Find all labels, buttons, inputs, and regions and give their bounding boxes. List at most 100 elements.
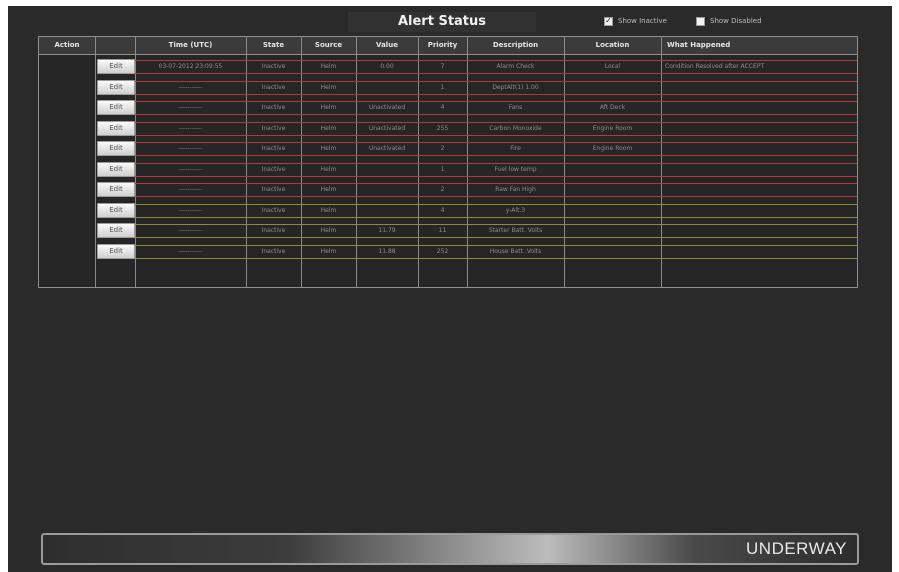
table-row: Edit ----------- Inactive Helm 4 y-Alt.3 — [39, 201, 857, 221]
cell-location: Local — [604, 63, 621, 70]
show-inactive-label: Show Inactive — [618, 17, 667, 25]
cell-location — [564, 160, 661, 180]
cell-what-happened — [661, 180, 857, 200]
show-inactive-toggle[interactable]: ✓ Show Inactive — [604, 14, 667, 28]
cell-value — [356, 180, 418, 200]
alert-status-screen: Alert Status ✓ Show Inactive Show Disabl… — [8, 6, 892, 572]
cell-time: ----------- — [178, 227, 203, 234]
cell-source: Helm — [320, 145, 337, 152]
cell-location: Engine Room — [592, 124, 633, 132]
column-header-action: Action — [54, 41, 80, 49]
cell-time: ----------- — [178, 124, 203, 132]
edit-button[interactable]: Edit — [97, 202, 135, 218]
cell-value: 11.79 — [378, 227, 396, 234]
cell-value: Unactivated — [368, 104, 406, 111]
cell-what-happened — [661, 201, 857, 221]
table-row: Edit ----------- Inactive Helm 1 Fuel low tem… — [39, 160, 857, 180]
table-row: Edit 03-07-2012 23:09:55 Inactive Helm 0.00 7… — [39, 57, 857, 77]
cell-what-happened: Condition Resolved after ACCEPT — [665, 63, 765, 70]
cell-state: Inactive — [261, 186, 286, 193]
edit-button[interactable]: Edit — [97, 120, 135, 136]
cell-time: ----------- — [178, 247, 203, 255]
cell-priority: 2 — [440, 186, 445, 193]
cell-time: ----------- — [178, 165, 203, 173]
cell-source: Helm — [320, 227, 337, 234]
cell-time: 03-07-2012 23:09:55 — [158, 63, 223, 70]
cell-description: Fans — [508, 104, 523, 111]
cell-value — [356, 160, 418, 180]
cell-location — [564, 242, 661, 262]
cell-what-happened — [661, 98, 857, 118]
cell-value: Unactivated — [368, 124, 406, 132]
cell-value: Unactivated — [368, 145, 406, 152]
cell-value: 0.00 — [380, 63, 394, 70]
edit-button[interactable]: Edit — [97, 79, 135, 95]
edit-button[interactable]: Edit — [97, 243, 135, 259]
cell-value — [356, 201, 418, 221]
show-disabled-toggle[interactable]: Show Disabled — [696, 14, 762, 28]
cell-source: Helm — [320, 206, 337, 214]
cell-source: Helm — [320, 124, 337, 132]
alerts-table: Action Time (UTC) State Source Value Pri… — [38, 36, 858, 288]
status-text: UNDERWAY — [746, 539, 847, 558]
edit-button[interactable]: Edit — [97, 182, 135, 197]
edit-button[interactable]: Edit — [97, 141, 135, 156]
cell-priority: 255 — [436, 124, 449, 132]
cell-what-happened — [661, 139, 857, 159]
column-header-blank — [95, 37, 135, 54]
cell-source: Helm — [320, 186, 337, 193]
cell-location — [564, 201, 661, 221]
table-row: Edit ----------- Inactive Helm 11.88 252 House… — [39, 242, 857, 262]
show-inactive-checkbox[interactable]: ✓ — [604, 16, 613, 26]
cell-time: ----------- — [178, 206, 203, 214]
cell-location: Engine Room — [592, 145, 633, 152]
cell-priority: 1 — [440, 165, 445, 173]
cell-location — [564, 78, 661, 98]
cell-source: Helm — [320, 63, 337, 70]
cell-description: Carbon Monoxide — [489, 124, 542, 132]
cell-priority: 2 — [440, 145, 445, 152]
column-header-time: Time (UTC) — [168, 41, 213, 49]
cell-location: Aft Deck — [599, 104, 626, 111]
cell-priority: 7 — [440, 63, 445, 70]
table-row: Edit ----------- Inactive Helm Unactivated 4 F… — [39, 98, 857, 118]
column-header-description: Description — [492, 41, 539, 49]
cell-time: ----------- — [178, 83, 203, 91]
cell-state: Inactive — [261, 63, 286, 70]
cell-state: Inactive — [261, 206, 286, 214]
cell-state: Inactive — [261, 247, 286, 255]
cell-priority: 4 — [440, 206, 445, 214]
cell-source: Helm — [320, 104, 337, 111]
column-header-state: State — [262, 41, 285, 49]
cell-description: y-Alt.3 — [505, 206, 526, 214]
table-header: Action Time (UTC) State Source Value Pri… — [39, 37, 857, 55]
column-header-location: Location — [595, 41, 630, 49]
cell-state: Inactive — [261, 145, 286, 152]
show-disabled-checkbox[interactable] — [696, 16, 705, 26]
cell-what-happened — [661, 242, 857, 262]
cell-what-happened — [661, 119, 857, 139]
edit-button[interactable]: Edit — [97, 59, 135, 74]
cell-description: Alarm Check — [496, 63, 535, 70]
cell-source: Helm — [320, 247, 337, 255]
column-header-source: Source — [314, 41, 343, 49]
edit-button[interactable]: Edit — [97, 100, 135, 115]
cell-priority: 4 — [440, 104, 445, 111]
cell-state: Inactive — [261, 227, 286, 234]
column-header-value: Value — [376, 41, 398, 49]
cell-priority: 252 — [436, 247, 449, 255]
column-header-what-happened: What Happened — [667, 41, 731, 49]
cell-state: Inactive — [261, 124, 286, 132]
cell-description: DeptAlt(1) 1.00 — [492, 83, 539, 91]
cell-time: ----------- — [178, 145, 203, 152]
show-disabled-label: Show Disabled — [710, 17, 762, 25]
status-bar: UNDERWAY — [41, 533, 859, 565]
cell-description: House Batt. Volts — [489, 247, 542, 255]
cell-what-happened — [661, 221, 857, 241]
edit-button[interactable]: Edit — [97, 161, 135, 177]
table-row: Edit ----------- Inactive Helm Unactivated 2 F… — [39, 139, 857, 159]
page-title: Alert Status — [348, 12, 536, 32]
edit-button[interactable]: Edit — [97, 223, 135, 238]
table-row: Edit ----------- Inactive Helm 2 Raw Fan High — [39, 180, 857, 200]
table-row: Edit ----------- Inactive Helm 11.79 11 Starte… — [39, 221, 857, 241]
